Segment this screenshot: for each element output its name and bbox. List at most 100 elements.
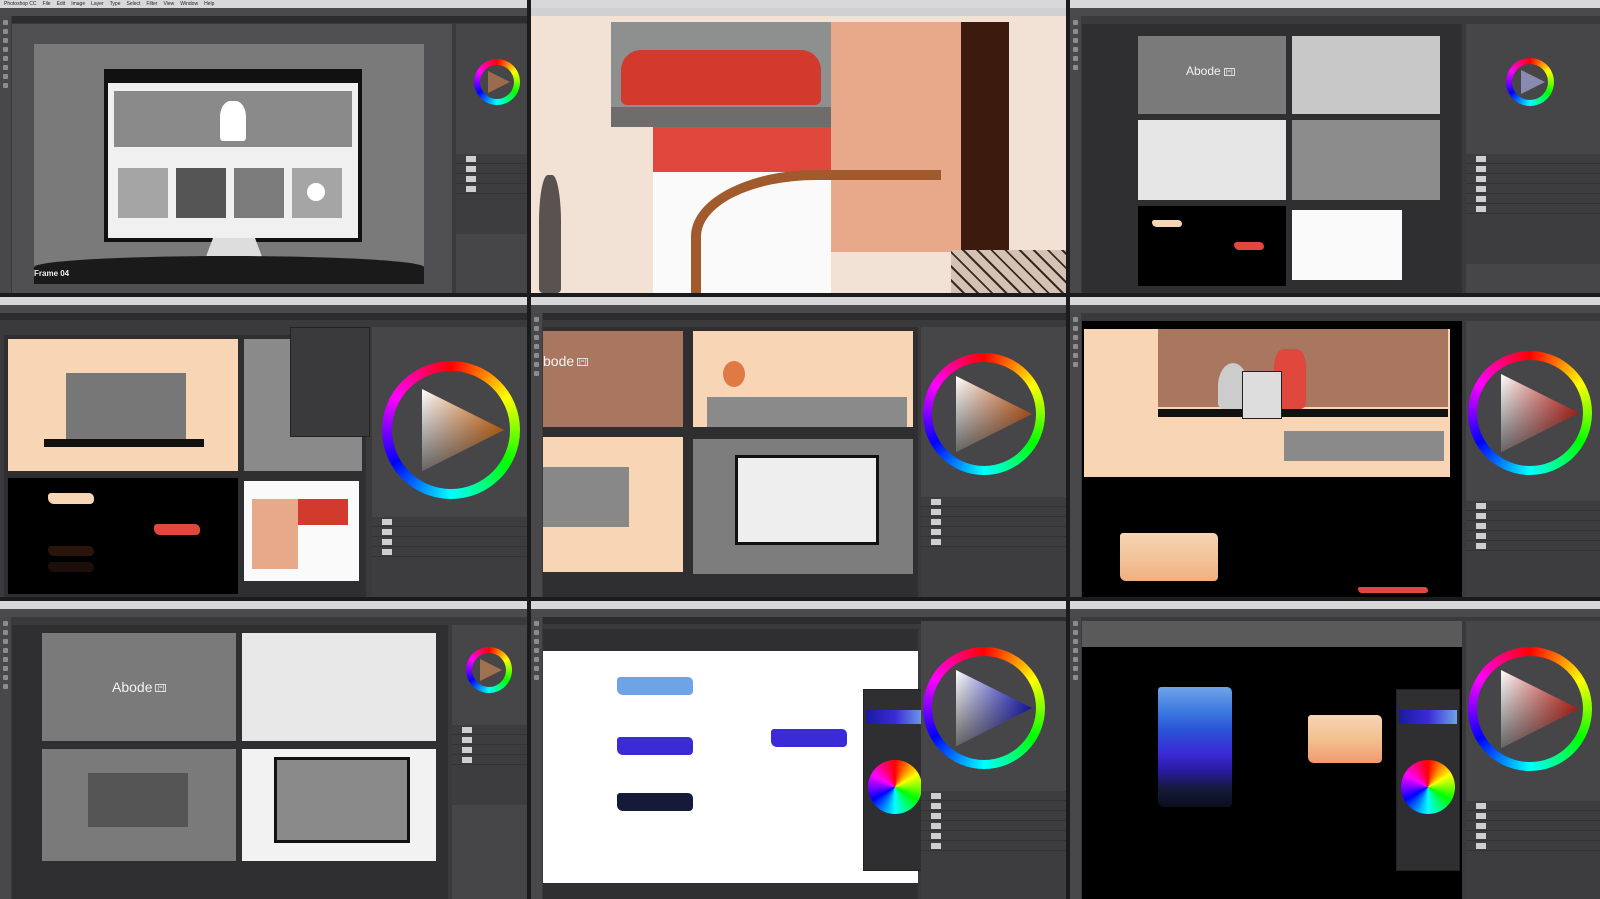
artboard-brand: Abode [=] — [42, 633, 236, 741]
text-tool-icon[interactable] — [3, 65, 8, 70]
color-panel[interactable] — [1466, 24, 1600, 293]
menu-app[interactable]: Photoshop CC — [4, 1, 37, 7]
lasso-tool-icon[interactable] — [3, 38, 8, 43]
swatch-blue-mid-copy — [771, 729, 847, 747]
layer-row[interactable] — [456, 164, 527, 174]
reference-image-sofa — [611, 22, 831, 127]
menu-bar[interactable] — [531, 601, 1066, 609]
layers-panel[interactable] — [372, 517, 527, 597]
tools-panel[interactable] — [531, 313, 542, 597]
layers-panel[interactable] — [456, 154, 527, 234]
menu-filter[interactable]: Filter — [146, 1, 157, 7]
options-bar[interactable] — [0, 305, 527, 313]
color-panel[interactable] — [372, 327, 527, 597]
menu-view[interactable]: View — [164, 1, 175, 7]
tools-panel[interactable] — [1070, 617, 1081, 899]
options-bar[interactable] — [531, 305, 1066, 313]
tools-panel[interactable] — [0, 16, 11, 293]
ps-window-vase-scene — [1070, 297, 1600, 597]
menu-type[interactable]: Type — [110, 1, 121, 7]
options-bar[interactable] — [531, 609, 1066, 617]
swatch-blue-mid — [617, 737, 693, 755]
canvas-area[interactable]: Frame 04 — [12, 24, 452, 293]
color-panel[interactable] — [1466, 321, 1600, 597]
layers-panel[interactable] — [1466, 154, 1600, 264]
canvas-area[interactable]: Abode [=] — [12, 625, 448, 899]
color-wheel-small[interactable] — [868, 760, 922, 814]
color-panel[interactable] — [1466, 621, 1600, 899]
artboard-brand: Abode [=] — [1138, 36, 1286, 114]
ps-window-peach-scene — [0, 297, 527, 597]
swatch-blue-light — [617, 677, 693, 695]
canvas-area[interactable] — [1082, 321, 1462, 597]
document-tabs[interactable] — [543, 313, 1066, 320]
menu-bar[interactable] — [1070, 297, 1600, 305]
properties-popup[interactable] — [290, 327, 370, 437]
menu-bar[interactable] — [0, 297, 527, 305]
menu-bar[interactable] — [531, 0, 1066, 8]
options-bar[interactable] — [0, 8, 527, 16]
eraser-tool-icon[interactable] — [3, 56, 8, 61]
menu-help[interactable]: Help — [204, 1, 214, 7]
menu-bar[interactable] — [531, 297, 1066, 305]
color-picker-panel[interactable] — [863, 689, 927, 871]
artboard-white — [543, 651, 918, 883]
tools-panel[interactable] — [0, 617, 11, 899]
monitor-illustration — [104, 69, 362, 242]
canvas-area[interactable] — [543, 629, 918, 899]
layer-row[interactable] — [456, 174, 527, 184]
options-bar[interactable] — [0, 609, 527, 617]
browser-toolbar[interactable] — [531, 8, 1066, 16]
artboard-still-life — [1292, 36, 1440, 114]
menu-edit[interactable]: Edit — [57, 1, 66, 7]
layers-panel[interactable] — [1466, 501, 1600, 597]
menu-layer[interactable]: Layer — [91, 1, 104, 7]
tools-panel[interactable] — [1070, 313, 1081, 597]
artboard-brand-terracotta: bode [=] — [543, 331, 683, 427]
menu-bar[interactable] — [1070, 0, 1600, 8]
layer-row[interactable] — [456, 154, 527, 164]
color-panel[interactable] — [921, 621, 1066, 899]
canvas-area[interactable]: Abode [=] — [1082, 24, 1462, 293]
tools-panel[interactable] — [1070, 16, 1081, 293]
saturation-triangle[interactable] — [480, 65, 514, 99]
menu-bar[interactable] — [1070, 601, 1600, 609]
saturation-triangle[interactable] — [392, 371, 510, 489]
zoom-tool-icon[interactable] — [3, 83, 8, 88]
hand-tool-icon[interactable] — [3, 74, 8, 79]
layers-panel[interactable] — [921, 791, 1066, 899]
color-panel[interactable] — [921, 327, 1066, 597]
options-bar[interactable] — [1070, 305, 1600, 313]
context-menu[interactable] — [1242, 371, 1282, 419]
brush-tool-icon[interactable] — [3, 47, 8, 52]
layer-row[interactable] — [456, 184, 527, 194]
move-tool-icon[interactable] — [3, 20, 8, 25]
saturation-triangle[interactable] — [1477, 656, 1583, 762]
frame-label: Frame 04 — [34, 269, 70, 278]
saturation-triangle[interactable] — [932, 362, 1036, 466]
options-bar[interactable] — [1070, 8, 1600, 16]
layers-panel[interactable] — [921, 497, 1066, 597]
options-bar[interactable] — [1070, 609, 1600, 617]
menu-select[interactable]: Select — [126, 1, 140, 7]
reference-dark-panel — [961, 22, 1009, 252]
menu-bar[interactable] — [0, 601, 527, 609]
tools-panel[interactable] — [531, 617, 542, 899]
menu-image[interactable]: Image — [71, 1, 85, 7]
layers-panel[interactable] — [1466, 801, 1600, 899]
artboard-reference — [1292, 210, 1402, 280]
saturation-triangle[interactable] — [932, 656, 1036, 760]
menu-window[interactable]: Window — [180, 1, 198, 7]
color-panel[interactable] — [456, 24, 527, 293]
canvas-area[interactable]: bode [=] — [543, 327, 918, 597]
marquee-tool-icon[interactable] — [3, 29, 8, 34]
document-tabs[interactable] — [12, 16, 527, 23]
color-panel[interactable] — [452, 625, 527, 899]
color-picker-panel[interactable] — [1396, 689, 1460, 871]
document-tabs[interactable] — [0, 313, 527, 320]
layers-panel[interactable] — [452, 725, 527, 805]
saturation-triangle[interactable] — [1477, 360, 1583, 466]
color-wheel-small[interactable] — [1401, 760, 1455, 814]
menu-file[interactable]: File — [43, 1, 51, 7]
menu-bar[interactable]: Photoshop CC File Edit Image Layer Type Select… — [0, 0, 527, 8]
